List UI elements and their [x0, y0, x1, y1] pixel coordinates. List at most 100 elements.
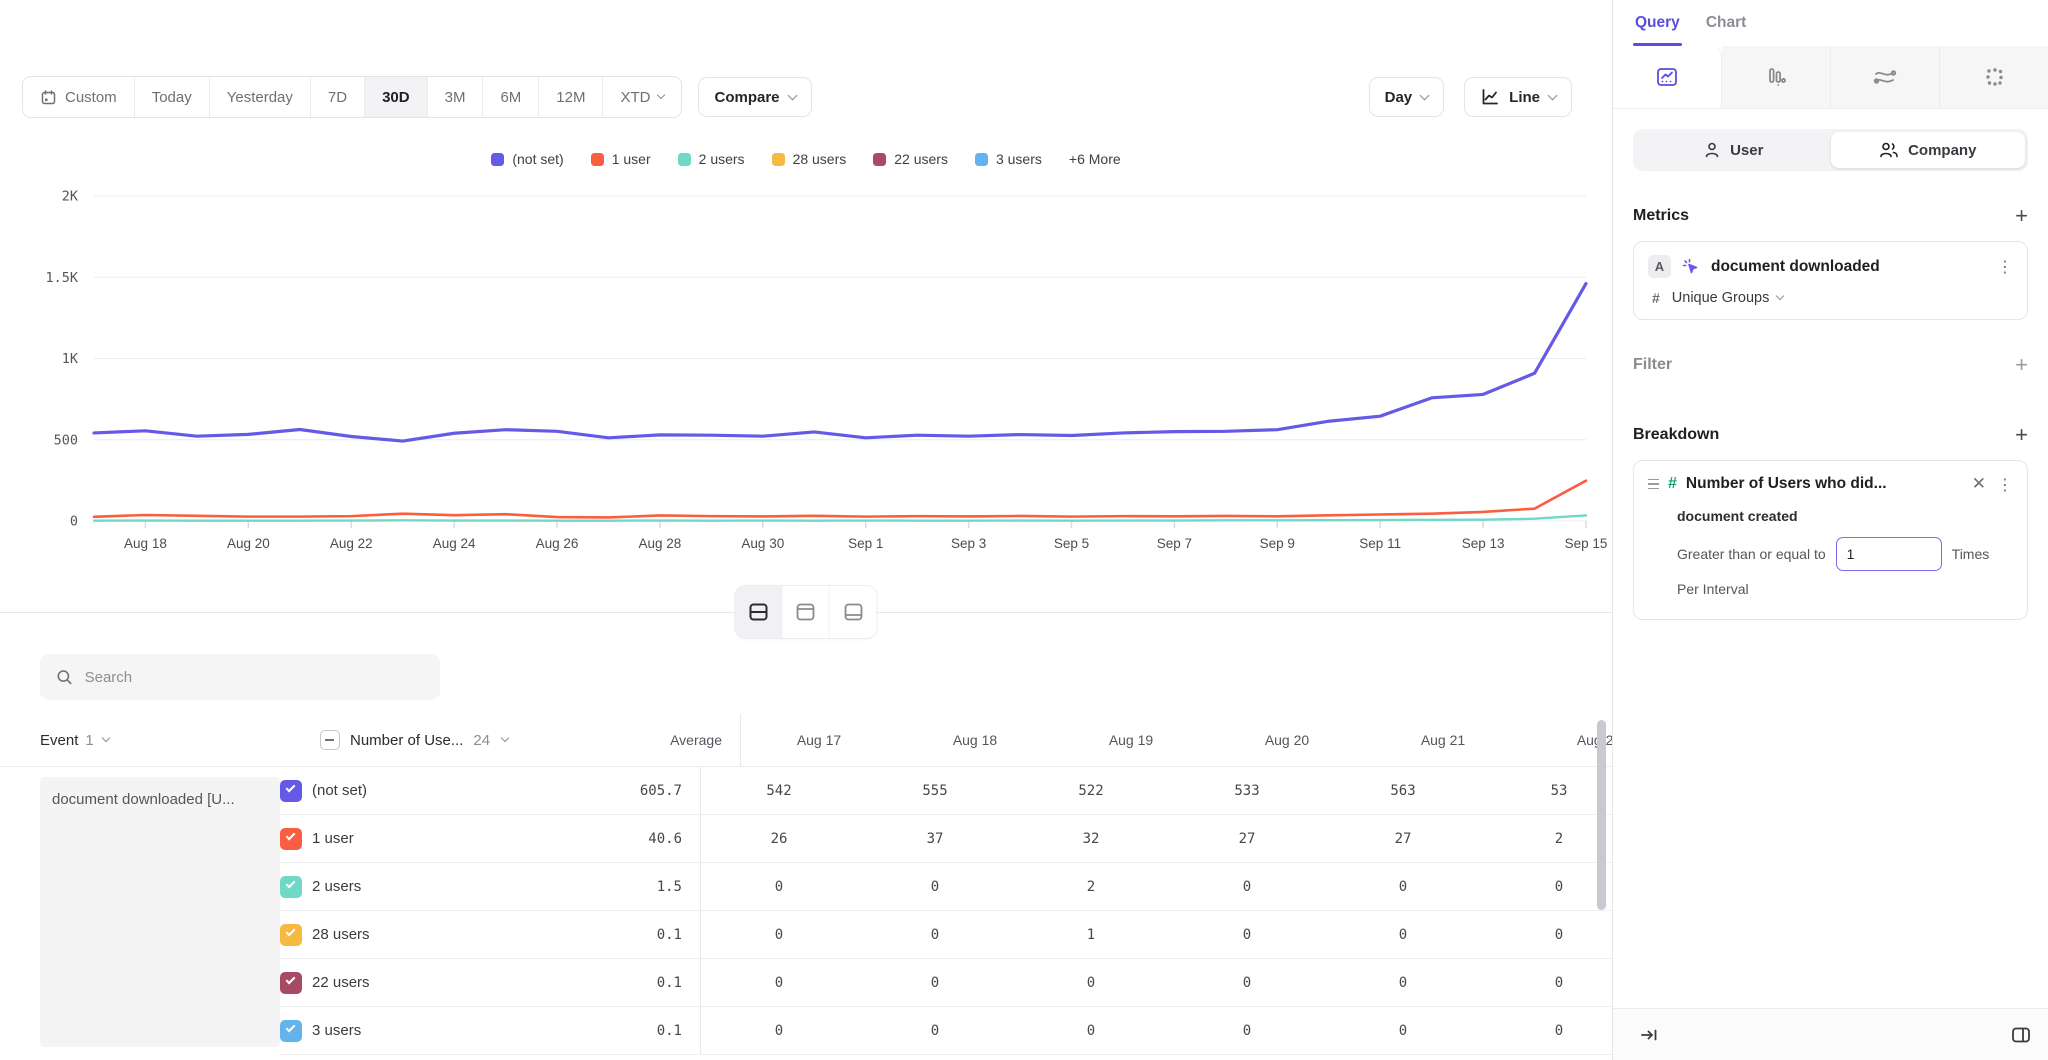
- legend-item[interactable]: 22 users: [873, 151, 948, 167]
- add-metric-button[interactable]: +: [2015, 205, 2028, 227]
- date-range-custom[interactable]: Custom: [23, 77, 135, 117]
- top-pane-icon: [795, 601, 817, 623]
- interval-dropdown[interactable]: Day: [1369, 77, 1445, 117]
- series-checkbox[interactable]: [280, 1020, 302, 1042]
- table-row: 28 users0.1001000: [280, 911, 1637, 959]
- date-range-6m[interactable]: 6M: [483, 77, 539, 117]
- table-row: 1 user40.626373227272: [280, 815, 1637, 863]
- date-range-3m[interactable]: 3M: [428, 77, 484, 117]
- value-cell: 0: [701, 879, 857, 895]
- scope-company-option[interactable]: Company: [1831, 132, 2026, 168]
- event-spark-icon: [1681, 257, 1701, 277]
- collapse-panel-icon[interactable]: [1639, 1025, 1659, 1045]
- select-all-checkbox[interactable]: [320, 730, 340, 750]
- scope-user-option[interactable]: User: [1636, 132, 1831, 168]
- series-line--not-set-[interactable]: [94, 284, 1586, 441]
- y-axis-tick: 1.5K: [45, 270, 78, 286]
- line-chart-frame-icon: [1655, 65, 1679, 89]
- filter-section-header: Filter +: [1633, 354, 2028, 376]
- x-axis-tick: Aug 22: [330, 536, 373, 551]
- tab-query[interactable]: Query: [1635, 14, 1680, 46]
- value-cell: 27: [1325, 831, 1481, 847]
- series-line-1-user[interactable]: [94, 481, 1586, 518]
- value-cells: 002000: [700, 863, 1637, 910]
- series-checkbox[interactable]: [280, 972, 302, 994]
- legend-swatch: [678, 153, 691, 166]
- date-column-headers: Aug 17Aug 18Aug 19Aug 20Aug 21Aug 22: [740, 714, 1612, 766]
- value-cell: 32: [1013, 831, 1169, 847]
- legend-item[interactable]: 1 user: [591, 151, 651, 167]
- search-input[interactable]: [85, 669, 424, 686]
- date-range-7d[interactable]: 7D: [311, 77, 365, 117]
- funnel-chart-tab[interactable]: [1722, 46, 1831, 108]
- layout-table-only-button[interactable]: [830, 586, 877, 638]
- legend-more-button[interactable]: +6 More: [1069, 151, 1121, 167]
- add-filter-button[interactable]: +: [2015, 354, 2028, 376]
- date-column-header[interactable]: Aug 17: [741, 732, 897, 748]
- y-axis-tick: 0: [70, 514, 78, 530]
- side-panel-toggle-icon[interactable]: [2010, 1025, 2032, 1045]
- series-checkbox[interactable]: [280, 780, 302, 802]
- chevron-down-icon: [657, 91, 665, 99]
- calendar-icon: [40, 89, 57, 106]
- x-axis-tick: Sep 11: [1359, 536, 1401, 551]
- add-breakdown-button[interactable]: +: [2015, 424, 2028, 446]
- chart-type-dropdown[interactable]: Line: [1464, 77, 1572, 117]
- drag-handle-icon[interactable]: [1648, 479, 1659, 490]
- date-range-today[interactable]: Today: [135, 77, 210, 117]
- kebab-menu-icon[interactable]: ⋮: [1997, 475, 2013, 494]
- date-range-30d[interactable]: 30D: [365, 77, 428, 117]
- legend-item[interactable]: 3 users: [975, 151, 1042, 167]
- event-column-header[interactable]: Event 1: [0, 732, 320, 749]
- table-row: (not set)605.754255552253356353: [280, 767, 1637, 815]
- breakdown-condition-row: Greater than or equal to Times: [1677, 537, 2013, 571]
- series-column-header[interactable]: Number of Use... 24: [320, 730, 580, 750]
- legend-label: 1 user: [612, 151, 651, 167]
- value-cell: 27: [1169, 831, 1325, 847]
- series-checkbox[interactable]: [280, 876, 302, 898]
- series-checkbox[interactable]: [280, 828, 302, 850]
- date-range-label: 6M: [500, 89, 521, 106]
- legend-label: 22 users: [894, 151, 948, 167]
- metric-card[interactable]: A document downloaded ⋮ # Unique Groups: [1633, 241, 2028, 320]
- legend-item[interactable]: 28 users: [772, 151, 847, 167]
- journeys-chart-tab[interactable]: [1831, 46, 1940, 108]
- measure-dropdown[interactable]: Unique Groups: [1672, 290, 1784, 306]
- kebab-menu-icon[interactable]: ⋮: [1997, 257, 2013, 276]
- date-range-yesterday[interactable]: Yesterday: [210, 77, 311, 117]
- layout-split-button[interactable]: [736, 586, 783, 638]
- x-axis-tick: Sep 13: [1462, 536, 1505, 551]
- segmentation-chart-tab[interactable]: [1613, 46, 1722, 108]
- average-column-header[interactable]: Average: [580, 732, 740, 748]
- close-icon[interactable]: ✕: [1970, 474, 1988, 494]
- legend-item[interactable]: (not set): [491, 151, 563, 167]
- compare-button[interactable]: Compare: [698, 77, 811, 117]
- tab-chart[interactable]: Chart: [1706, 14, 1746, 46]
- times-value-input[interactable]: [1836, 537, 1942, 571]
- event-list-item[interactable]: document downloaded [U...: [40, 777, 280, 1047]
- condition-label: Greater than or equal to: [1677, 546, 1826, 562]
- layout-chart-only-button[interactable]: [783, 586, 830, 638]
- series-checkbox[interactable]: [280, 924, 302, 946]
- date-column-header[interactable]: Aug 18: [897, 732, 1053, 748]
- legend-item[interactable]: 2 users: [678, 151, 745, 167]
- scope-toggle: User Company: [1633, 129, 2028, 171]
- date-column-header[interactable]: Aug 20: [1209, 732, 1365, 748]
- table-scrollbar[interactable]: [1597, 720, 1606, 910]
- chevron-down-icon: [1776, 292, 1784, 300]
- table-body: document downloaded [U... (not set)605.7…: [0, 766, 1612, 1055]
- x-axis-tick: Aug 28: [639, 536, 682, 551]
- metric-measure-row: # Unique Groups: [1648, 290, 2013, 306]
- date-range-12m[interactable]: 12M: [539, 77, 603, 117]
- average-cell: 1.5: [540, 879, 700, 895]
- value-cell: 0: [1169, 1023, 1325, 1039]
- breakdown-card[interactable]: # Number of Users who did... ✕ ⋮ documen…: [1633, 460, 2028, 620]
- date-range-xtd[interactable]: XTD: [603, 77, 681, 117]
- line-chart[interactable]: 05001K1.5K2KAug 18Aug 20Aug 22Aug 24Aug …: [0, 174, 1612, 564]
- event-count: 1: [85, 732, 93, 749]
- date-column-header[interactable]: Aug 21: [1365, 732, 1521, 748]
- series-header-label: Number of Use...: [350, 732, 463, 749]
- more-charts-tab[interactable]: [1940, 46, 2048, 108]
- date-column-header[interactable]: Aug 19: [1053, 732, 1209, 748]
- series-label: (not set): [312, 782, 367, 799]
